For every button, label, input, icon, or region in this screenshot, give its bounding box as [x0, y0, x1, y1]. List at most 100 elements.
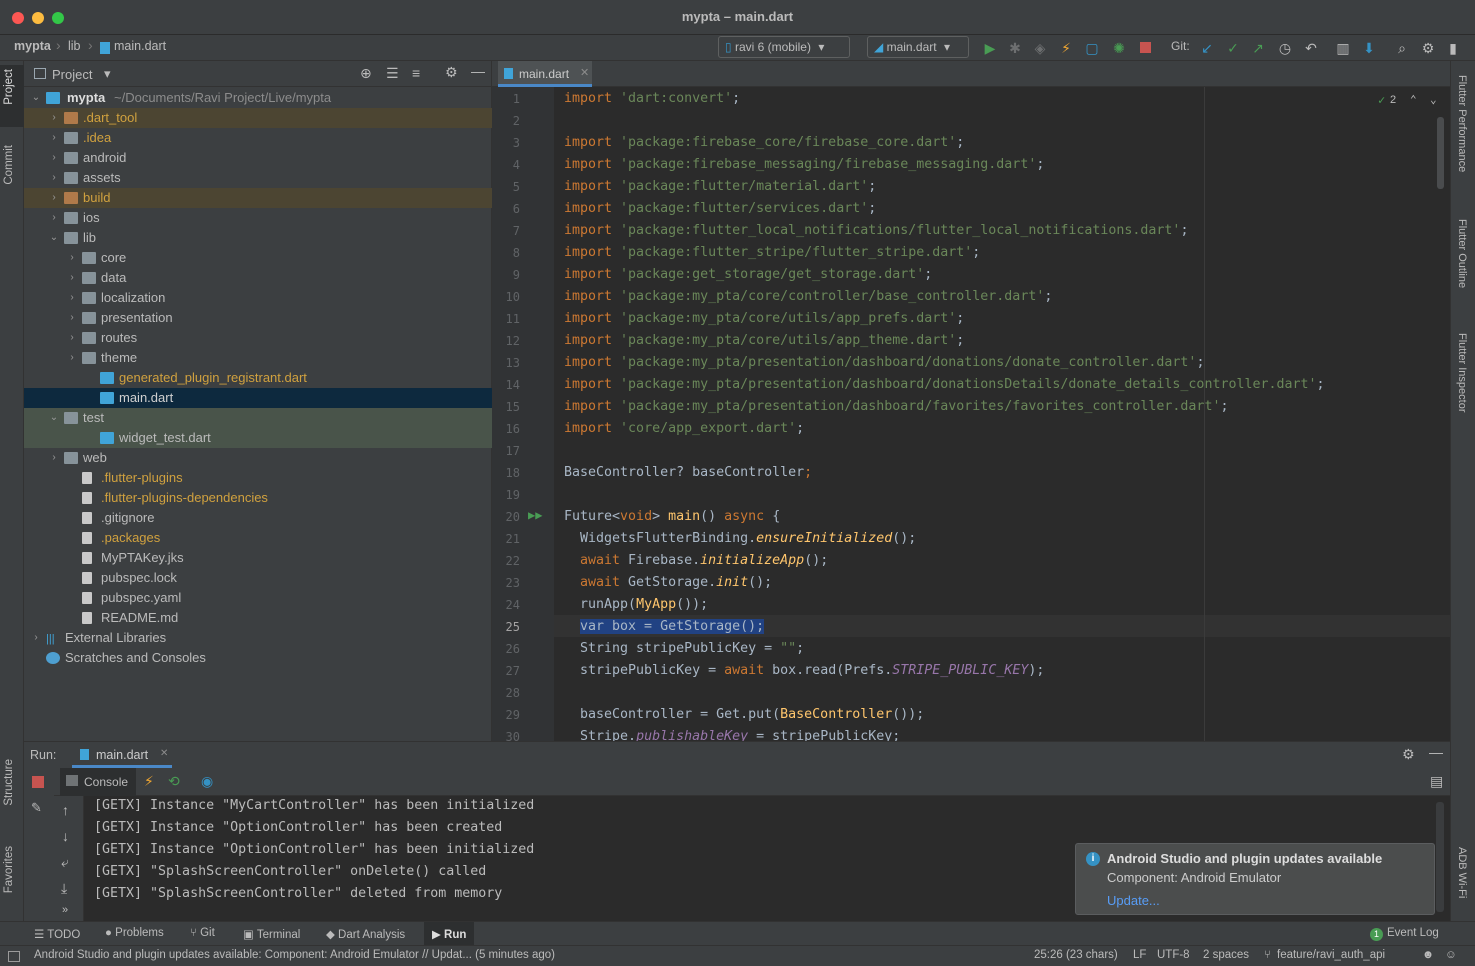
- chevron-right-icon[interactable]: ›: [30, 628, 42, 648]
- chevron-right-icon[interactable]: ›: [48, 128, 60, 148]
- breadcrumb-project[interactable]: mypta: [14, 39, 51, 53]
- previous-highlight-icon[interactable]: ⌃: [1410, 93, 1417, 106]
- pin-icon[interactable]: ✎: [31, 800, 42, 816]
- run-config-selector[interactable]: ◢ main.dart ▾: [867, 36, 969, 58]
- tool-tab-project[interactable]: Project: [3, 69, 15, 105]
- tree-item[interactable]: ⌄ test: [24, 408, 492, 428]
- inspection-profile-icon[interactable]: ☻: [1422, 949, 1434, 961]
- hide-panel-icon[interactable]: —: [1429, 744, 1443, 760]
- chevron-down-icon[interactable]: ▾: [104, 66, 111, 82]
- search-icon[interactable]: ⌕: [1393, 39, 1411, 57]
- chevron-right-icon[interactable]: ›: [48, 148, 60, 168]
- tree-item[interactable]: › localization: [24, 288, 492, 308]
- chevron-right-icon[interactable]: ›: [66, 308, 78, 328]
- tree-item[interactable]: › presentation: [24, 308, 492, 328]
- user-icon[interactable]: ▮: [1444, 39, 1462, 57]
- run-tab-main[interactable]: main.dart ✕: [72, 742, 172, 768]
- attach-debugger-icon[interactable]: ◈: [1031, 39, 1049, 57]
- close-tab-icon[interactable]: ✕: [580, 66, 589, 79]
- chevron-right-icon[interactable]: ›: [48, 168, 60, 188]
- collapse-all-icon[interactable]: ≡: [412, 65, 420, 81]
- sdk-manager-icon[interactable]: ⬇: [1360, 39, 1378, 57]
- tree-item[interactable]: › assets: [24, 168, 492, 188]
- history-icon[interactable]: ◷: [1276, 39, 1294, 57]
- git-commit-icon[interactable]: ✓: [1224, 39, 1242, 57]
- close-tab-icon[interactable]: ✕: [160, 748, 168, 759]
- hide-panel-icon[interactable]: —: [471, 63, 485, 79]
- tree-item[interactable]: › data: [24, 268, 492, 288]
- hot-reload-icon[interactable]: ⚡: [144, 773, 154, 790]
- rollback-icon[interactable]: ↶: [1302, 39, 1320, 57]
- soft-wrap-icon[interactable]: ⤶: [61, 854, 69, 871]
- inspection-ok-icon[interactable]: ✓: [1378, 93, 1385, 107]
- chevron-down-icon[interactable]: ⌄: [48, 228, 60, 248]
- tool-tab-structure[interactable]: Structure: [3, 759, 15, 806]
- tree-item[interactable]: › ios: [24, 208, 492, 228]
- gear-icon[interactable]: ⚙: [1402, 746, 1415, 763]
- chevron-right-icon[interactable]: ›: [48, 448, 60, 468]
- hot-reload-icon[interactable]: ⚡: [1057, 39, 1075, 57]
- tool-tab-commit[interactable]: Commit: [3, 145, 15, 185]
- run-icon[interactable]: ▶: [981, 39, 999, 57]
- line-separator[interactable]: LF: [1133, 949, 1146, 961]
- tree-item[interactable]: .flutter-plugins: [24, 468, 492, 488]
- tool-tab-git[interactable]: ⑂ Git: [190, 927, 215, 939]
- tool-tab-adb-wifi[interactable]: ADB Wi-Fi: [1456, 847, 1468, 898]
- tree-item[interactable]: widget_test.dart: [24, 428, 492, 448]
- tool-tab-terminal[interactable]: ▣ Terminal: [243, 927, 300, 941]
- editor-tab-main[interactable]: main.dart ✕: [498, 61, 592, 87]
- stop-icon[interactable]: [32, 776, 44, 788]
- tree-item[interactable]: › android: [24, 148, 492, 168]
- tree-item[interactable]: › .dart_tool: [24, 108, 492, 128]
- chevron-right-icon[interactable]: ›: [48, 208, 60, 228]
- tree-item[interactable]: README.md: [24, 608, 492, 628]
- code-editor[interactable]: 1 2 3 4 5 6 7 8 9 10 11 12 13 14 15 16 17 18 19 20 21 22 23 24 2…: [492, 87, 1450, 741]
- tool-tab-flutter-performance[interactable]: Flutter Performance: [1456, 75, 1468, 172]
- devtools-icon[interactable]: ◉: [201, 773, 213, 790]
- avd-manager-icon[interactable]: ▥: [1334, 39, 1352, 57]
- gear-icon[interactable]: ⚙: [445, 64, 458, 81]
- cursor-position[interactable]: 25:26 (23 chars): [1034, 949, 1118, 961]
- project-view-label[interactable]: Project: [52, 67, 92, 82]
- debug-icon[interactable]: ✱: [1006, 39, 1024, 57]
- chevron-right-icon[interactable]: ›: [48, 188, 60, 208]
- tree-item[interactable]: .flutter-plugins-dependencies: [24, 488, 492, 508]
- tree-item[interactable]: › |||​ External Libraries: [24, 628, 492, 648]
- git-update-icon[interactable]: ↙: [1198, 39, 1216, 57]
- stop-icon[interactable]: [1136, 39, 1154, 57]
- status-message[interactable]: Android Studio and plugin updates availa…: [34, 949, 555, 961]
- console-scrollbar[interactable]: [1436, 802, 1444, 912]
- indent-setting[interactable]: 2 spaces: [1203, 949, 1249, 961]
- chevron-right-icon[interactable]: ›: [66, 348, 78, 368]
- update-link[interactable]: Update...: [1107, 893, 1160, 908]
- next-highlight-icon[interactable]: ⌄: [1430, 93, 1437, 106]
- tool-tab-problems[interactable]: ● Problems: [105, 927, 164, 939]
- tree-item[interactable]: pubspec.lock: [24, 568, 492, 588]
- tree-item[interactable]: main.dart: [24, 388, 492, 408]
- hot-restart-icon[interactable]: ▢: [1083, 39, 1101, 57]
- git-branch[interactable]: feature/ravi_auth_api: [1277, 949, 1385, 961]
- breadcrumb-file[interactable]: main.dart: [114, 39, 166, 53]
- tree-item[interactable]: › routes: [24, 328, 492, 348]
- tree-item[interactable]: ⌄ lib: [24, 228, 492, 248]
- git-push-icon[interactable]: ↗: [1249, 39, 1267, 57]
- feedback-icon[interactable]: ☺: [1445, 949, 1457, 961]
- hot-restart-icon[interactable]: ⟲: [168, 773, 180, 790]
- tool-tab-event-log[interactable]: Event Log: [1387, 927, 1439, 939]
- tool-tab-flutter-inspector[interactable]: Flutter Inspector: [1456, 333, 1468, 412]
- run-gutter-icon[interactable]: ▶▶: [528, 508, 542, 522]
- arrow-up-icon[interactable]: ↑: [62, 802, 69, 818]
- more-icon[interactable]: »: [62, 904, 68, 916]
- chevron-right-icon[interactable]: ›: [66, 248, 78, 268]
- chevron-right-icon[interactable]: ›: [66, 268, 78, 288]
- locate-file-icon[interactable]: ⊕: [360, 65, 372, 82]
- device-selector[interactable]: ▯ ravi 6 (mobile) ▾: [718, 36, 850, 58]
- tree-item[interactable]: generated_plugin_registrant.dart: [24, 368, 492, 388]
- chevron-right-icon[interactable]: ›: [66, 328, 78, 348]
- tree-item[interactable]: .gitignore: [24, 508, 492, 528]
- tree-root[interactable]: ⌄ mypta ~/Documents/Ravi Project/Live/my…: [24, 88, 492, 108]
- tool-tab-run[interactable]: ▶ Run: [424, 922, 474, 946]
- tree-item[interactable]: › .idea: [24, 128, 492, 148]
- editor-scrollbar[interactable]: [1437, 117, 1444, 189]
- file-encoding[interactable]: UTF-8: [1157, 949, 1190, 961]
